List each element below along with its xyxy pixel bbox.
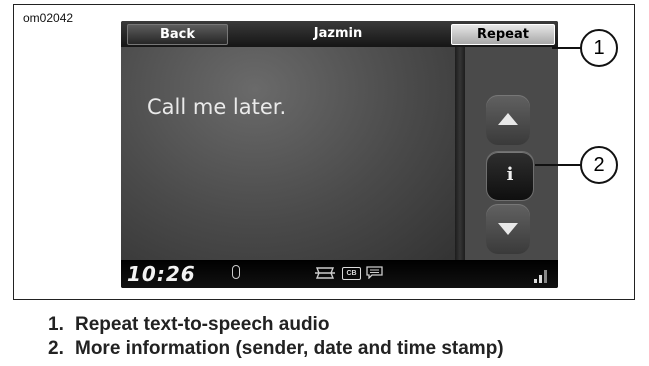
- microphone-icon: [232, 265, 240, 279]
- repeat-button[interactable]: Repeat: [451, 24, 555, 45]
- callout-1: 1: [580, 29, 618, 67]
- signal-strength-icon: [534, 270, 547, 283]
- clock-time: 10:26: [127, 262, 196, 286]
- callout-line-2: [535, 164, 582, 166]
- legend-number-2: 2.: [48, 338, 64, 359]
- brand-logo-icon: [315, 267, 335, 279]
- callout-2: 2: [580, 146, 618, 184]
- info-icon: i: [506, 164, 514, 185]
- arrow-up-icon: [498, 113, 518, 125]
- cb-icon: CB: [342, 267, 361, 280]
- legend-number-1: 1.: [48, 314, 64, 335]
- callout-line-1: [552, 47, 582, 49]
- scrollbar[interactable]: [455, 47, 465, 260]
- legend-text-1: Repeat text-to-speech audio: [75, 314, 330, 335]
- top-bar: Back Jazmin Repeat: [121, 21, 558, 47]
- message-text: Call me later.: [147, 95, 287, 119]
- contact-title: Jazmin: [313, 26, 363, 41]
- legend-item-1: 1. Repeat text-to-speech audio: [48, 314, 329, 336]
- scroll-up-button[interactable]: [486, 95, 530, 145]
- message-icon: [366, 266, 383, 279]
- device-screen: Back Jazmin Repeat Call me later. i 10:2…: [121, 21, 558, 288]
- legend-text-2: More information (sender, date and time …: [75, 338, 504, 359]
- figure-id: om02042: [23, 11, 74, 25]
- legend-item-2: 2. More information (sender, date and tim…: [48, 338, 504, 360]
- scroll-down-button[interactable]: [486, 204, 530, 254]
- info-button[interactable]: i: [486, 151, 534, 201]
- arrow-down-icon: [498, 223, 518, 235]
- back-button[interactable]: Back: [127, 24, 228, 45]
- status-bar: 10:26 CB: [121, 260, 558, 288]
- message-area: Call me later.: [121, 47, 455, 260]
